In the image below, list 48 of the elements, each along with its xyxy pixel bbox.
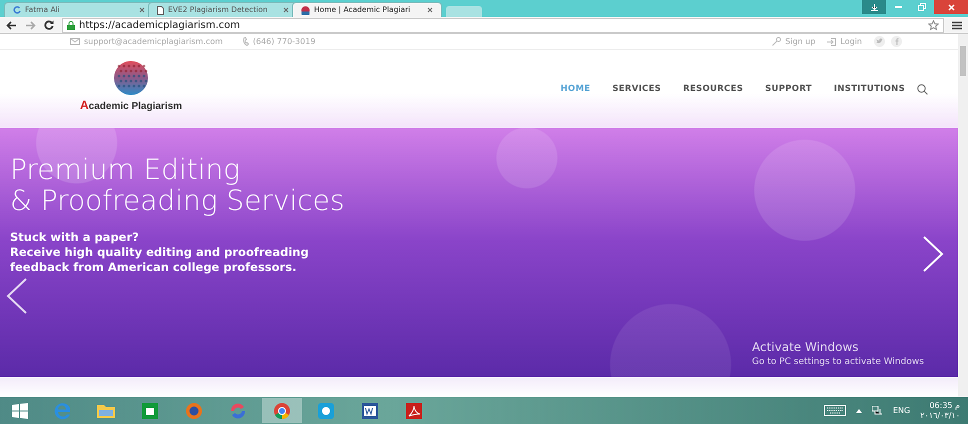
language-indicator[interactable]: ENG — [892, 404, 910, 416]
keyboard-icon[interactable] — [824, 405, 846, 416]
reload-page-icon — [13, 6, 21, 14]
document-icon — [157, 6, 164, 14]
address-bar[interactable]: https://academicplagiarism.com — [62, 18, 944, 32]
network-icon[interactable] — [872, 406, 883, 416]
clock-date[interactable]: ٢٠١٦/٠٣/١٠ — [920, 412, 960, 420]
nav-link[interactable]: SERVICES — [612, 82, 662, 96]
hero-text-line: Receive high quality editing and proofreading — [10, 245, 310, 260]
globe-icon — [301, 6, 310, 14]
close-icon — [948, 4, 954, 10]
globe-logo-icon — [113, 60, 150, 96]
key-icon — [772, 37, 782, 46]
email-address: support@academicplagiarism.com — [84, 36, 223, 48]
download-button[interactable] — [862, 0, 886, 14]
close-icon[interactable] — [139, 7, 145, 13]
close-button[interactable] — [934, 0, 968, 14]
login-icon — [827, 38, 836, 46]
tray-expand-icon[interactable] — [856, 408, 862, 412]
hero-text-line: Stuck with a paper? — [10, 230, 140, 245]
clock-time[interactable]: 06:35 م — [929, 402, 960, 410]
lock-icon — [67, 20, 75, 30]
nav-link[interactable]: INSTITUTIONS — [834, 82, 905, 96]
minimize-icon — [894, 6, 902, 8]
hero-text-line: feedback from American college professors. — [10, 260, 298, 275]
site-logo-text: Academic Plagiarism — [80, 97, 182, 114]
scrollbar[interactable] — [958, 34, 968, 397]
back-icon[interactable] — [6, 20, 17, 30]
envelope-icon — [70, 38, 80, 45]
close-icon[interactable] — [427, 7, 433, 13]
hero-title-line: Premium Editing — [10, 154, 242, 185]
nav-link[interactable]: SUPPORT — [765, 82, 812, 96]
search-icon[interactable] — [917, 84, 928, 94]
windows-start-icon[interactable] — [12, 402, 28, 418]
menu-icon[interactable] — [952, 20, 962, 30]
phone-icon — [242, 37, 249, 46]
reload-icon[interactable] — [44, 20, 54, 30]
star-icon[interactable] — [928, 20, 939, 30]
restore-icon — [918, 3, 926, 11]
nav-link[interactable]: HOME — [560, 82, 590, 96]
activation-message: Go to PC settings to activate Windows — [752, 356, 924, 369]
phone-number: (646) 770-3019 — [252, 36, 316, 48]
hero-title-line: & Proofreading Services — [10, 185, 346, 216]
close-icon[interactable] — [283, 7, 289, 13]
forward-icon[interactable] — [25, 20, 36, 30]
activation-title: Activate Windows — [752, 339, 860, 356]
download-icon — [870, 4, 878, 10]
nav-link[interactable]: RESOURCES — [683, 82, 744, 96]
